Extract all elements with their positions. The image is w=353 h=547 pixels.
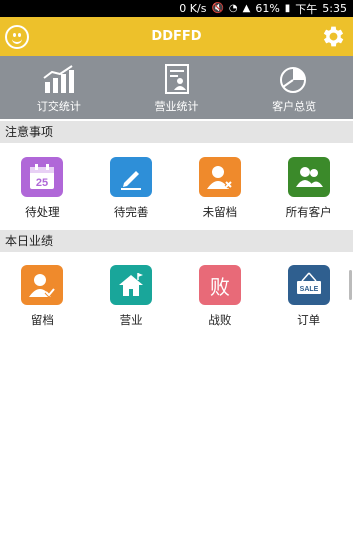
tile-label: 待处理 bbox=[25, 205, 60, 219]
nav-business-stats[interactable]: 营业统计 bbox=[118, 56, 236, 119]
tile-bg bbox=[287, 157, 330, 197]
edit-icon bbox=[121, 171, 142, 190]
clock: 5:35 bbox=[322, 2, 347, 15]
tile-bg: 败 bbox=[198, 265, 241, 305]
nav-customer-overview[interactable]: 客户总览 bbox=[235, 56, 353, 119]
tile-label: 战败 bbox=[208, 313, 232, 327]
today-grid: 留档 营业 败 战败 SALE 订单 bbox=[0, 265, 353, 328]
nav-label: 订交统计 bbox=[36, 100, 81, 113]
nav-label: 营业统计 bbox=[154, 100, 199, 113]
tile-bg bbox=[198, 157, 241, 197]
house-icon bbox=[119, 273, 144, 296]
tile-pending[interactable]: 25 待处理 bbox=[0, 157, 87, 220]
battery-icon: ▮ bbox=[284, 3, 291, 14]
app-title: DDFFD bbox=[151, 29, 202, 44]
tile-all-customers[interactable]: 所有客户 bbox=[264, 157, 353, 220]
user-check-icon bbox=[29, 274, 56, 298]
tile-to-complete[interactable]: 待完善 bbox=[87, 157, 176, 220]
mute-icon: 🔇 bbox=[211, 3, 224, 14]
tile-bg bbox=[110, 157, 153, 197]
tile-order[interactable]: SALE 订单 bbox=[264, 265, 353, 328]
sale-text: SALE bbox=[299, 286, 318, 293]
calendar-day: 25 bbox=[36, 177, 48, 189]
tile-bg: SALE bbox=[287, 265, 330, 305]
attention-grid: 25 待处理 待完善 未留档 所有客户 bbox=[0, 157, 353, 220]
defeat-icon: 败 bbox=[209, 274, 230, 299]
bar-chart-icon bbox=[43, 65, 74, 93]
network-speed: 0 K/s bbox=[179, 2, 207, 15]
tile-label: 留档 bbox=[30, 313, 54, 327]
tile-defeat[interactable]: 败 战败 bbox=[176, 265, 265, 328]
nav-deal-stats[interactable]: 订交统计 bbox=[0, 56, 118, 119]
pie-chart-icon bbox=[280, 67, 307, 93]
user-remove-icon bbox=[206, 166, 233, 189]
tile-bg: 25 bbox=[21, 157, 64, 197]
tile-label: 订单 bbox=[297, 313, 321, 327]
tile-bg bbox=[110, 265, 153, 305]
tile-label: 营业 bbox=[119, 313, 143, 327]
status-bar: 0 K/s 🔇 ◔ ▲ 61% ▮ 下午 5:35 bbox=[0, 0, 353, 17]
section-header-today: 本日业绩 bbox=[0, 230, 353, 252]
tile-filed[interactable]: 留档 bbox=[0, 265, 87, 328]
tile-business[interactable]: 营业 bbox=[87, 265, 176, 328]
time-period: 下午 bbox=[295, 2, 318, 16]
wifi-icon: ◔ bbox=[228, 3, 238, 14]
tile-label: 未留档 bbox=[202, 205, 238, 219]
scrollbar[interactable] bbox=[349, 270, 352, 300]
nav-label: 客户总览 bbox=[272, 100, 317, 113]
gear-icon[interactable] bbox=[320, 23, 347, 50]
calendar-icon: 25 bbox=[30, 164, 55, 189]
app-bar: DDFFD bbox=[0, 17, 353, 56]
sale-sign-icon: SALE bbox=[296, 272, 321, 294]
battery-percent: 61% bbox=[255, 2, 280, 15]
tile-not-filed[interactable]: 未留档 bbox=[176, 157, 265, 220]
section-header-attention: 注意事项 bbox=[0, 121, 353, 143]
group-icon bbox=[295, 167, 323, 187]
top-nav: 订交统计 营业统计 客户总览 bbox=[0, 56, 353, 119]
tile-label: 待完善 bbox=[113, 205, 149, 219]
report-icon bbox=[164, 64, 189, 94]
tile-bg bbox=[21, 265, 64, 305]
signal-icon: ▲ bbox=[242, 3, 251, 14]
tile-label: 所有客户 bbox=[285, 205, 332, 219]
